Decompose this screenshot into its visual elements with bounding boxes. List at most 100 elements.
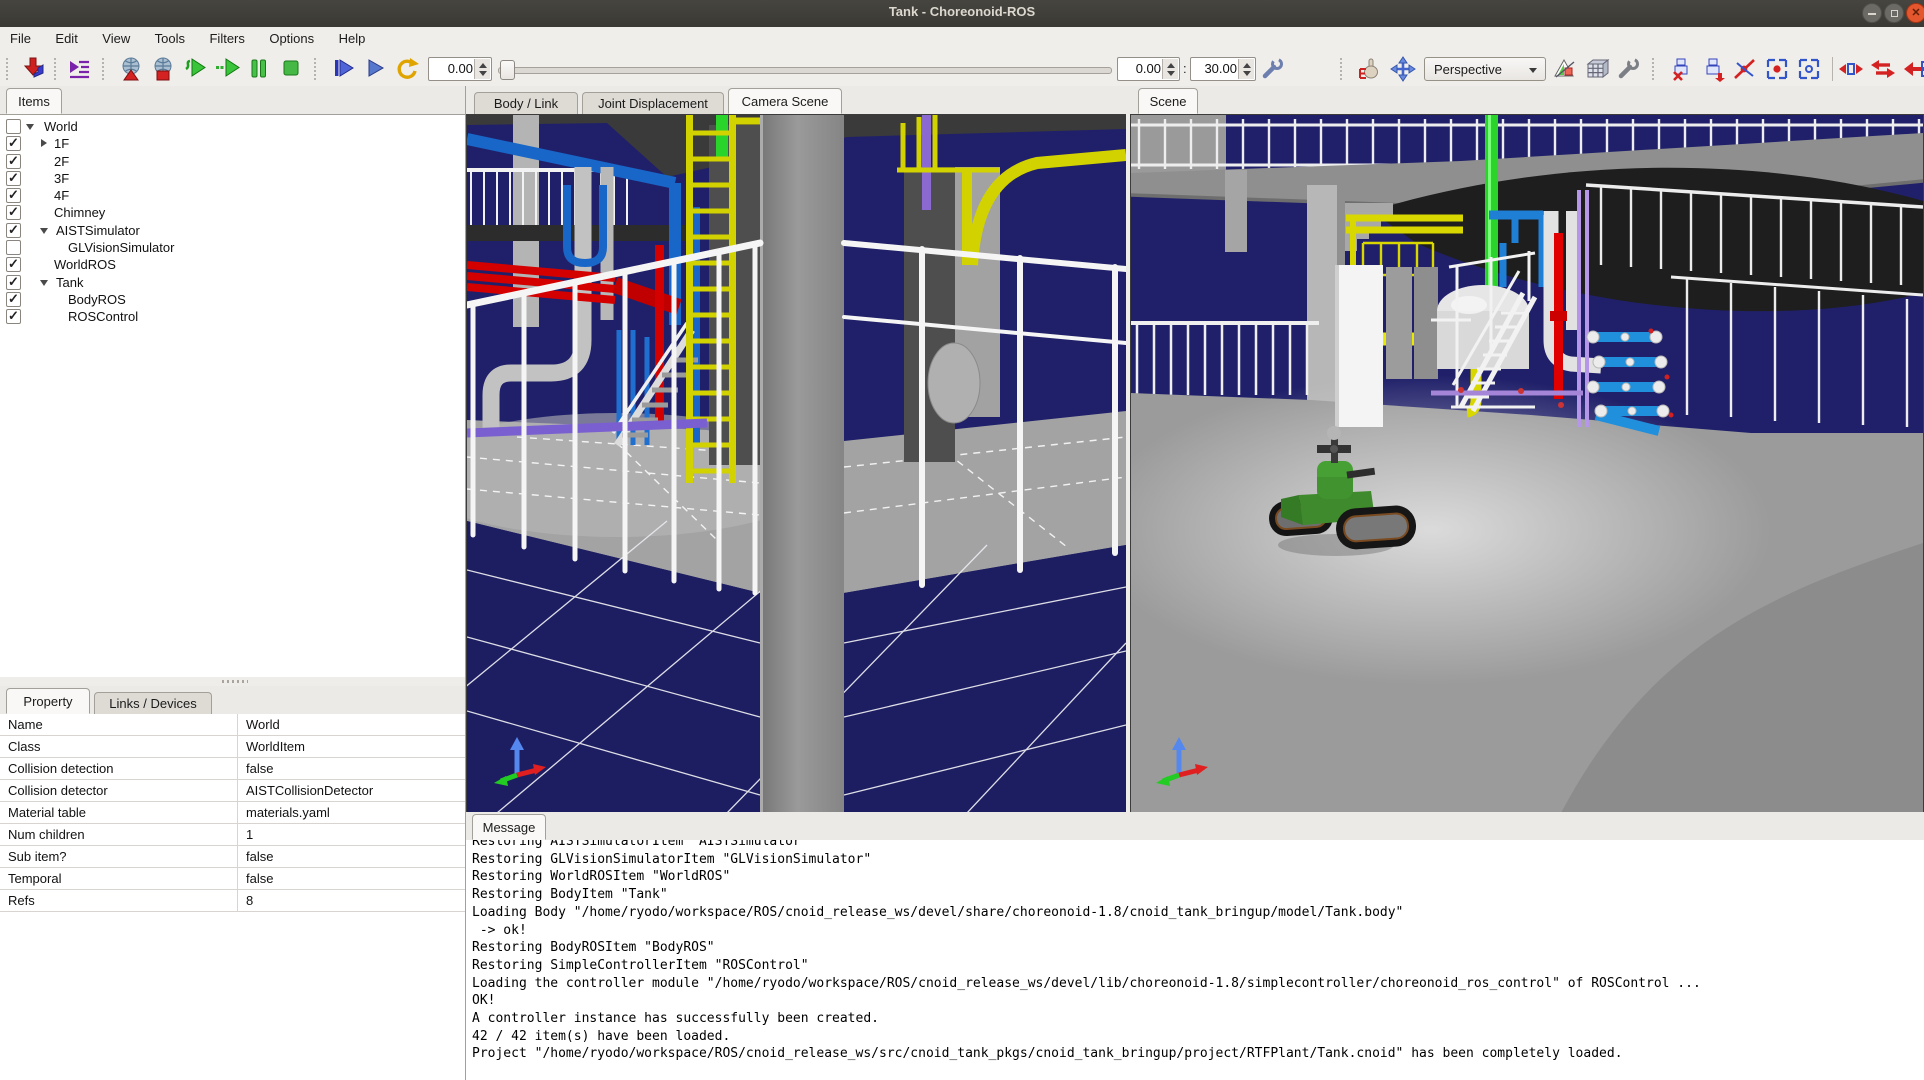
property-value-cell[interactable]: WorldItem: [237, 736, 465, 757]
tree-item-worldros[interactable]: WorldROS: [0, 256, 465, 273]
time-bar-config-icon[interactable]: [1260, 56, 1288, 82]
stop-simulation-icon[interactable]: [278, 56, 306, 82]
resume-playback-icon[interactable]: [362, 56, 390, 82]
property-row: Material tablematerials.yaml: [0, 802, 465, 824]
time-slider-handle[interactable]: [500, 60, 515, 80]
tree-item-chimney[interactable]: Chimney: [0, 204, 465, 221]
item-checkbox[interactable]: [6, 171, 21, 186]
scene-config-icon[interactable]: [1616, 56, 1644, 82]
property-value-cell[interactable]: false: [237, 758, 465, 779]
item-checkbox[interactable]: [6, 188, 21, 203]
camera-scene-3d-view[interactable]: [466, 114, 1127, 814]
expand-icon[interactable]: [40, 280, 48, 286]
maximize-button[interactable]: [1884, 3, 1904, 23]
tree-item-bodyros[interactable]: BodyROS: [0, 291, 465, 308]
scene-3d-view[interactable]: [1130, 114, 1924, 814]
edit-mode-icon[interactable]: [1356, 56, 1384, 82]
tree-item-3f[interactable]: 3F: [0, 170, 465, 187]
time-spin-buttons[interactable]: [474, 59, 490, 79]
tab-joint-displacement[interactable]: Joint Displacement: [582, 92, 724, 114]
tree-item-4f[interactable]: 4F: [0, 187, 465, 204]
property-value-cell[interactable]: false: [237, 868, 465, 889]
item-checkbox[interactable]: [6, 205, 21, 220]
projection-dropdown[interactable]: Perspective: [1424, 57, 1546, 81]
menu-options[interactable]: Options: [259, 27, 324, 52]
tree-item-roscontrol[interactable]: ROSControl: [0, 308, 465, 325]
body-pose-icon-1[interactable]: [1668, 56, 1696, 82]
translation-mode-icon[interactable]: [1390, 56, 1418, 82]
range-end-spin-buttons[interactable]: [1238, 59, 1254, 79]
wireframe-view-icon[interactable]: [1584, 56, 1612, 82]
pause-simulation-icon[interactable]: [246, 56, 274, 82]
property-value-cell[interactable]: 1: [237, 824, 465, 845]
item-checkbox[interactable]: [6, 240, 21, 255]
property-value-cell[interactable]: materials.yaml: [237, 802, 465, 823]
tab-scene[interactable]: Scene: [1138, 88, 1198, 114]
refresh-time-icon[interactable]: [394, 56, 422, 82]
start-playback-icon[interactable]: [330, 56, 358, 82]
resume-simulation-icon[interactable]: [214, 56, 242, 82]
item-checkbox[interactable]: [6, 275, 21, 290]
message-tab-bar: Message: [466, 812, 1924, 841]
menu-tools[interactable]: Tools: [145, 27, 195, 52]
tab-camera-scene[interactable]: Camera Scene: [728, 88, 842, 114]
item-checkbox[interactable]: [6, 119, 21, 134]
body-pose-icon-4[interactable]: [1764, 56, 1792, 82]
item-checkbox[interactable]: [6, 154, 21, 169]
menu-help[interactable]: Help: [329, 27, 376, 52]
tree-item-glvisionsimulator[interactable]: GLVisionSimulator: [0, 239, 465, 256]
log-line: Restoring AISTSimulatorItem "AISTSimulat…: [472, 840, 1924, 851]
tree-item-tank[interactable]: Tank: [0, 274, 465, 291]
tree-item-1f[interactable]: 1F: [0, 135, 465, 152]
tab-message[interactable]: Message: [472, 814, 546, 840]
range-end-spinbox[interactable]: 30.00: [1190, 57, 1256, 81]
property-value-cell[interactable]: World: [237, 714, 465, 735]
menu-view[interactable]: View: [92, 27, 140, 52]
items-tab-bar: Items: [0, 86, 465, 115]
collision-visualization-icon[interactable]: [1552, 56, 1580, 82]
close-button[interactable]: ✕: [1906, 3, 1924, 23]
range-start-spin-buttons[interactable]: [1162, 59, 1178, 79]
mirror-pose-icon[interactable]: [1838, 56, 1866, 82]
item-checkbox[interactable]: [6, 223, 21, 238]
property-value-cell[interactable]: AISTCollisionDetector: [237, 780, 465, 801]
body-pose-icon-3[interactable]: [1732, 56, 1760, 82]
save-project-icon[interactable]: [20, 56, 48, 82]
item-tree-view[interactable]: World 1F 2F 3F 4F Chimney AISTSimulator …: [0, 114, 465, 678]
time-slider[interactable]: [498, 57, 1112, 81]
store-initial-positions-icon[interactable]: [118, 56, 146, 82]
expand-icon[interactable]: [40, 228, 48, 234]
tab-items[interactable]: Items: [6, 88, 62, 114]
tree-item-aistsimulator[interactable]: AISTSimulator: [0, 222, 465, 239]
range-start-spinbox[interactable]: 0.00: [1117, 57, 1180, 81]
menu-edit[interactable]: Edit: [45, 27, 87, 52]
message-log-view[interactable]: Restoring AISTSimulatorItem "AISTSimulat…: [466, 840, 1924, 1080]
start-simulation-icon[interactable]: [182, 56, 210, 82]
item-checkbox[interactable]: [6, 292, 21, 307]
flip-pose-icon[interactable]: [1902, 56, 1924, 82]
property-value-cell[interactable]: false: [237, 846, 465, 867]
collapse-icon[interactable]: [41, 139, 47, 147]
tree-item-2f[interactable]: 2F: [0, 153, 465, 170]
tab-links-devices[interactable]: Links / Devices: [94, 692, 212, 714]
menu-filters[interactable]: Filters: [199, 27, 254, 52]
property-value-cell[interactable]: 8: [237, 890, 465, 911]
item-checkbox[interactable]: [6, 309, 21, 324]
tab-property[interactable]: Property: [6, 688, 90, 714]
minimize-button[interactable]: [1862, 3, 1882, 23]
swap-pose-icon[interactable]: [1870, 56, 1898, 82]
body-pose-icon-5[interactable]: [1796, 56, 1824, 82]
tree-item-label: 1F: [54, 136, 69, 151]
tab-body-link[interactable]: Body / Link: [474, 92, 578, 114]
property-value: false: [246, 761, 273, 776]
menu-file[interactable]: File: [0, 27, 41, 52]
body-pose-icon-2[interactable]: [1700, 56, 1728, 82]
time-spinbox[interactable]: 0.00: [428, 57, 492, 81]
panel-splitter[interactable]: [0, 677, 465, 686]
restore-initial-positions-icon[interactable]: [150, 56, 178, 82]
expand-icon[interactable]: [26, 124, 34, 130]
item-checkbox[interactable]: [6, 257, 21, 272]
item-checkbox[interactable]: [6, 136, 21, 151]
tree-item-world[interactable]: World: [0, 118, 465, 135]
message-view-icon[interactable]: [66, 56, 94, 82]
